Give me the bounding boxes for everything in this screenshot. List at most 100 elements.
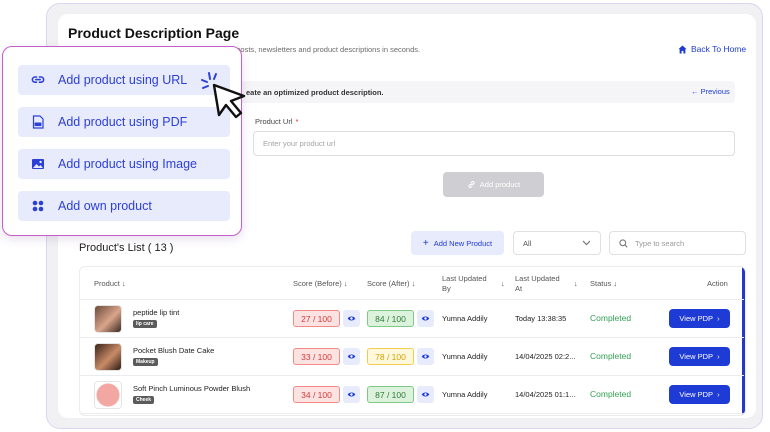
search-placeholder: Type to search bbox=[635, 238, 685, 248]
product-tag: Makeup bbox=[133, 358, 158, 366]
view-pdp-button[interactable]: View PDP › bbox=[669, 347, 730, 366]
eye-icon[interactable] bbox=[343, 310, 360, 327]
home-icon bbox=[678, 44, 687, 54]
link-icon bbox=[468, 181, 475, 188]
pdf-icon bbox=[32, 115, 44, 129]
sort-arrow-icon[interactable]: ↓ bbox=[574, 279, 578, 289]
score-after: 84 / 100 bbox=[367, 310, 414, 327]
table-row: Pocket Blush Date Cake Makeup 33 / 100 7… bbox=[80, 338, 744, 376]
header-product-label: Product bbox=[94, 279, 120, 288]
status-text: Completed bbox=[590, 313, 632, 323]
view-pdp-label: View PDP bbox=[679, 314, 714, 323]
link-icon bbox=[31, 76, 45, 83]
header-product[interactable]: Product ↓ bbox=[94, 279, 126, 289]
sort-arrow-icon[interactable]: ↓ bbox=[501, 279, 505, 289]
products-list-title: Product's List ( 13 ) bbox=[79, 242, 174, 254]
updated-at: Today 13:38:35 bbox=[515, 314, 567, 323]
eye-icon[interactable] bbox=[417, 310, 434, 327]
filter-value: All bbox=[523, 238, 532, 248]
product-url-input[interactable] bbox=[253, 131, 735, 156]
add-new-product-button[interactable]: + Add New Product bbox=[411, 231, 504, 255]
chevron-right-icon: › bbox=[717, 390, 720, 399]
eye-icon[interactable] bbox=[343, 386, 360, 403]
chevron-down-icon bbox=[582, 240, 591, 246]
add-new-product-label: Add New Product bbox=[433, 238, 493, 248]
sort-arrow-icon: ↓ bbox=[613, 279, 618, 288]
header-action: Action bbox=[707, 279, 728, 288]
search-input[interactable]: Type to search bbox=[609, 231, 746, 255]
sort-arrow-icon: ↓ bbox=[411, 279, 416, 288]
view-pdp-label: View PDP bbox=[679, 352, 714, 361]
page-title: Product Description Page bbox=[68, 25, 240, 41]
header-score-before[interactable]: Score (Before) ↓ bbox=[293, 279, 348, 289]
updated-at: 14/04/2025 02:2... bbox=[515, 352, 576, 361]
previous-label: Previous bbox=[700, 87, 730, 96]
score-after: 87 / 100 bbox=[367, 386, 414, 403]
filter-dropdown[interactable]: All bbox=[513, 231, 601, 255]
header-score-before-label: Score (Before) bbox=[293, 279, 342, 288]
back-home-label: Back To Home bbox=[691, 44, 747, 54]
chevron-right-icon: › bbox=[717, 352, 720, 361]
products-table: Product ↓ Score (Before) ↓ Score (After)… bbox=[79, 266, 746, 416]
sort-arrow-icon: ↓ bbox=[343, 279, 348, 288]
updated-by: Yumna Addily bbox=[442, 314, 488, 323]
plus-icon: + bbox=[422, 237, 429, 249]
product-thumbnail bbox=[94, 305, 122, 333]
product-thumbnail bbox=[94, 343, 122, 371]
header-updated-at-line2: At bbox=[515, 284, 523, 293]
updated-by: Yumna Addily bbox=[442, 352, 488, 361]
header-updated-at-line1: Last Updated bbox=[515, 274, 560, 283]
back-home-link[interactable]: Back To Home bbox=[678, 44, 746, 54]
header-score-after-label: Score (After) bbox=[367, 279, 410, 288]
mouse-cursor-icon bbox=[201, 72, 246, 119]
app-screenshot: Product Description Page a posts, newsle… bbox=[0, 0, 770, 432]
menu-item-label: Add own product bbox=[58, 199, 152, 213]
status-text: Completed bbox=[590, 351, 632, 361]
header-updated-by-line1: Last Updated bbox=[442, 274, 487, 283]
grid-icon bbox=[32, 200, 44, 212]
menu-item-url[interactable]: Add product using URL bbox=[18, 65, 230, 95]
header-status[interactable]: Status ↓ bbox=[590, 279, 617, 289]
header-score-after[interactable]: Score (After) ↓ bbox=[367, 279, 415, 289]
menu-item-label: Add product using PDF bbox=[58, 115, 188, 129]
add-product-label: Add product bbox=[479, 180, 521, 189]
page-subtitle: a posts, newsletters and product descrip… bbox=[230, 45, 421, 54]
score-before: 27 / 100 bbox=[293, 310, 340, 327]
updated-at: 14/04/2025 01:1... bbox=[515, 390, 576, 399]
eye-icon[interactable] bbox=[417, 386, 434, 403]
search-icon bbox=[619, 238, 628, 248]
image-icon bbox=[32, 159, 44, 169]
product-tag: Cheek bbox=[133, 396, 155, 404]
header-updated-by-line2: By bbox=[442, 284, 451, 293]
status-text: Completed bbox=[590, 389, 632, 399]
header-updated-by[interactable]: Last Updated By bbox=[442, 274, 487, 294]
view-pdp-label: View PDP bbox=[679, 390, 714, 399]
menu-item-pdf[interactable]: Add product using PDF bbox=[18, 107, 230, 137]
previous-link[interactable]: ← Previous bbox=[691, 87, 730, 96]
view-pdp-button[interactable]: View PDP › bbox=[669, 309, 730, 328]
sort-arrow-icon: ↓ bbox=[121, 279, 126, 288]
score-after: 78 / 100 bbox=[367, 348, 414, 365]
product-name: peptide lip tint bbox=[133, 308, 180, 317]
step-description: eate an optimized product description. bbox=[246, 88, 384, 97]
view-pdp-button[interactable]: View PDP › bbox=[669, 385, 730, 404]
table-row: Soft Pinch Luminous Powder Blush Cheek 3… bbox=[80, 376, 744, 414]
product-url-label-text: Product Url bbox=[255, 117, 293, 126]
product-url-label: Product Url * bbox=[255, 117, 298, 126]
header-status-label: Status bbox=[590, 279, 612, 288]
menu-item-image[interactable]: Add product using Image bbox=[18, 149, 230, 179]
updated-by: Yumna Addily bbox=[442, 390, 488, 399]
table-header: Product ↓ Score (Before) ↓ Score (After)… bbox=[80, 267, 744, 300]
eye-icon[interactable] bbox=[343, 348, 360, 365]
eye-icon[interactable] bbox=[417, 348, 434, 365]
add-product-button[interactable]: Add product bbox=[443, 172, 544, 197]
menu-item-label: Add product using URL bbox=[58, 73, 188, 87]
arrow-left-icon: ← bbox=[691, 87, 699, 96]
required-mark: * bbox=[295, 117, 299, 126]
score-before: 34 / 100 bbox=[293, 386, 340, 403]
header-updated-at[interactable]: Last Updated At bbox=[515, 274, 560, 294]
product-tag: lip care bbox=[133, 320, 157, 328]
product-thumbnail bbox=[94, 381, 122, 409]
table-row: peptide lip tint lip care 27 / 100 84 / … bbox=[80, 300, 744, 338]
menu-item-own[interactable]: Add own product bbox=[18, 191, 230, 221]
